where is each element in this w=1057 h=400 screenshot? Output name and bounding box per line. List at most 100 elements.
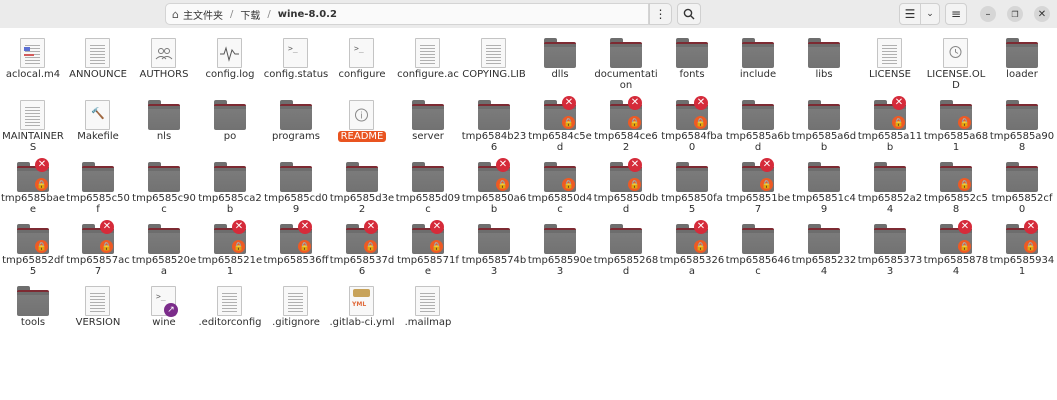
- menu-dots-icon[interactable]: ⋮: [649, 3, 672, 25]
- folder-item[interactable]: tmp65852324: [791, 218, 857, 280]
- folder-icon: [1006, 38, 1038, 68]
- folder-item[interactable]: 🔒 tmp6585a681: [923, 94, 989, 156]
- folder-item[interactable]: include: [725, 32, 791, 94]
- folder-item[interactable]: po: [197, 94, 263, 156]
- path-bar[interactable]: ⌂ 主文件夹 / 下载 / wine-8.0.2: [165, 3, 649, 25]
- folder-icon: [478, 224, 510, 254]
- search-icon[interactable]: [677, 3, 701, 25]
- folder-item[interactable]: loader: [989, 32, 1055, 94]
- file-item[interactable]: 🔨 Makefile: [65, 94, 131, 156]
- file-item[interactable]: >_ configure: [329, 32, 395, 94]
- folder-item[interactable]: programs: [263, 94, 329, 156]
- folder-item[interactable]: nls: [131, 94, 197, 156]
- folder-item[interactable]: tmp658520ea: [131, 218, 197, 280]
- folder-item[interactable]: ✕ 🔒 tmp65859341: [989, 218, 1055, 280]
- folder-item[interactable]: ✕ 🔒 tmp658536ff: [263, 218, 329, 280]
- file-item[interactable]: YML .gitlab-ci.yml: [329, 280, 395, 342]
- folder-item[interactable]: ✕ 🔒 tmp65858784: [923, 218, 989, 280]
- file-item[interactable]: .mailmap: [395, 280, 461, 342]
- folder-item[interactable]: tmp6585c90c: [131, 156, 197, 218]
- folder-item[interactable]: ✕ 🔒 tmp658537d6: [329, 218, 395, 280]
- folder-item[interactable]: tmp6585a6db: [791, 94, 857, 156]
- folder-item[interactable]: ✕ 🔒 tmp6585baee: [0, 156, 66, 218]
- folder-icon: [874, 224, 906, 254]
- folder-item[interactable]: tmp6585ca2b: [197, 156, 263, 218]
- folder-item[interactable]: tmp65853733: [857, 218, 923, 280]
- file-item[interactable]: VERSION: [65, 280, 131, 342]
- lock-icon: 🔒: [628, 116, 641, 129]
- hamburger-icon[interactable]: ≡: [945, 3, 967, 25]
- home-icon[interactable]: ⌂: [172, 8, 179, 21]
- file-item[interactable]: COPYING.LIB: [461, 32, 527, 94]
- breadcrumb-home[interactable]: 主文件夹: [179, 7, 227, 22]
- folder-icon: ✕ 🔒: [610, 158, 642, 192]
- breadcrumb-current[interactable]: wine-8.0.2: [274, 9, 341, 20]
- chevron-down-icon[interactable]: ⌄: [920, 3, 940, 25]
- no-access-icon: ✕: [430, 220, 444, 234]
- folder-item[interactable]: 🔒 tmp65850d4c: [527, 156, 593, 218]
- folder-item[interactable]: server: [395, 94, 461, 156]
- file-item[interactable]: config.log: [197, 32, 263, 94]
- file-item[interactable]: MAINTAINERS: [0, 94, 66, 156]
- file-item[interactable]: i README: [329, 94, 395, 156]
- folder-item[interactable]: ✕ 🔒 tmp65857ac7: [65, 218, 131, 280]
- list-view-icon[interactable]: ☰: [899, 3, 921, 25]
- folder-item[interactable]: ✕ 🔒 tmp65850a6b: [461, 156, 527, 218]
- folder-item[interactable]: ✕ 🔒 tmp6584c5ed: [527, 94, 593, 156]
- folder-item[interactable]: tmp6585a908: [989, 94, 1055, 156]
- file-item[interactable]: .gitignore: [263, 280, 329, 342]
- folder-item[interactable]: ✕ 🔒 tmp6585a11b: [857, 94, 923, 156]
- folder-item[interactable]: tools: [0, 280, 66, 342]
- file-item[interactable]: configure.ac: [395, 32, 461, 94]
- folder-item[interactable]: ✕ 🔒 tmp65851be7: [725, 156, 791, 218]
- folder-item[interactable]: ✕ 🔒 tmp65850dbd: [593, 156, 659, 218]
- no-access-icon: ✕: [694, 96, 708, 110]
- file-item[interactable]: aclocal.m4: [0, 32, 66, 94]
- file-item[interactable]: AUTHORS: [131, 32, 197, 94]
- file-item[interactable]: LICENSE: [857, 32, 923, 94]
- folder-item[interactable]: tmp6585cd09: [263, 156, 329, 218]
- lock-icon: 🔒: [562, 178, 575, 191]
- item-label: tmp658537d6: [329, 255, 395, 277]
- folder-item[interactable]: tmp6584b236: [461, 94, 527, 156]
- folder-item[interactable]: tmp658574b3: [461, 218, 527, 280]
- folder-item[interactable]: tmp658590e3: [527, 218, 593, 280]
- folder-item[interactable]: tmp65852cf0: [989, 156, 1055, 218]
- breadcrumb-downloads[interactable]: 下载: [236, 7, 264, 22]
- minimize-icon[interactable]: –: [980, 6, 996, 22]
- folder-item[interactable]: ✕ 🔒 tmp6585326a: [659, 218, 725, 280]
- file-item[interactable]: >_ config.status: [263, 32, 329, 94]
- folder-item[interactable]: tmp6585646c: [725, 218, 791, 280]
- folder-item[interactable]: tmp6585a6bd: [725, 94, 791, 156]
- file-item[interactable]: >_ ↗ wine: [131, 280, 197, 342]
- file-item[interactable]: LICENSE.OLD: [923, 32, 989, 94]
- text-file-icon: [82, 286, 114, 316]
- no-access-icon: ✕: [694, 220, 708, 234]
- folder-item[interactable]: tmp65850fa5: [659, 156, 725, 218]
- folder-item[interactable]: ✕ 🔒 tmp6584ce62: [593, 94, 659, 156]
- item-label: po: [223, 131, 237, 142]
- file-item[interactable]: .editorconfig: [197, 280, 263, 342]
- folder-item[interactable]: 🔒 tmp65852df5: [0, 218, 66, 280]
- item-label: fonts: [679, 69, 705, 80]
- folder-item[interactable]: dlls: [527, 32, 593, 94]
- restore-icon[interactable]: ❐: [1007, 6, 1023, 22]
- folder-item[interactable]: ✕ 🔒 tmp6584fba0: [659, 94, 725, 156]
- close-icon[interactable]: ✕: [1034, 6, 1050, 22]
- folder-item[interactable]: ✕ 🔒 tmp658521e1: [197, 218, 263, 280]
- folder-item[interactable]: tmp6585268d: [593, 218, 659, 280]
- folder-item[interactable]: tmp6585d09c: [395, 156, 461, 218]
- folder-item[interactable]: tmp6585d3e2: [329, 156, 395, 218]
- folder-item[interactable]: fonts: [659, 32, 725, 94]
- item-label: Makefile: [77, 131, 119, 142]
- folder-item[interactable]: 🔒 tmp65852c58: [923, 156, 989, 218]
- folder-item[interactable]: ✕ 🔒 tmp658571fe: [395, 218, 461, 280]
- folder-item[interactable]: libs: [791, 32, 857, 94]
- folder-item[interactable]: tmp65852a24: [857, 156, 923, 218]
- folder-item[interactable]: tmp6585c50f: [65, 156, 131, 218]
- folder-item[interactable]: documentation: [593, 32, 659, 94]
- file-item[interactable]: ANNOUNCE: [65, 32, 131, 94]
- folder-item[interactable]: tmp65851c49: [791, 156, 857, 218]
- item-label: nls: [156, 131, 172, 142]
- item-label: ANNOUNCE: [69, 69, 127, 80]
